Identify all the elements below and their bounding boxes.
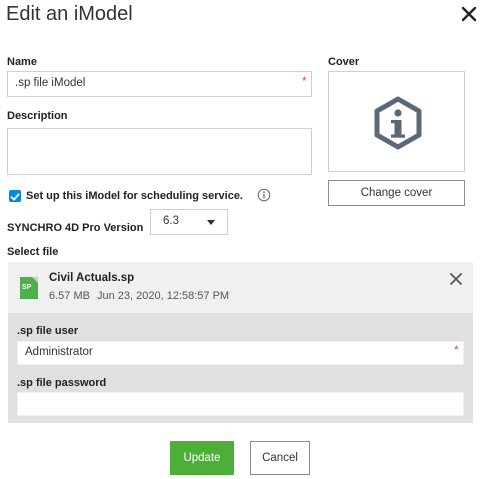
required-marker: * <box>454 343 459 357</box>
update-button[interactable]: Update <box>170 441 234 475</box>
info-icon[interactable] <box>257 188 271 202</box>
version-label: SYNCHRO 4D Pro Version <box>7 222 144 234</box>
file-name: Civil Actuals.sp <box>49 272 135 284</box>
file-size: 6.57 MB <box>49 290 90 302</box>
sp-user-input[interactable]: Administrator * <box>17 341 464 365</box>
sp-icon-text: SP <box>22 284 32 291</box>
imodel-info-icon <box>374 96 422 150</box>
name-value: .sp file iModel <box>15 77 86 89</box>
scheduling-checkbox[interactable] <box>9 190 21 202</box>
remove-file-icon[interactable] <box>448 271 464 287</box>
sp-user-value: Administrator <box>25 346 93 358</box>
scheduling-label: Set up this iModel for scheduling servic… <box>26 190 243 202</box>
sp-password-input[interactable] <box>17 392 464 416</box>
sp-user-label: .sp file user <box>17 325 79 337</box>
change-cover-button[interactable]: Change cover <box>328 180 465 206</box>
chevron-down-icon <box>207 220 215 225</box>
sp-file-icon: SP <box>20 277 38 299</box>
name-input[interactable]: .sp file iModel * <box>7 71 312 97</box>
select-file-label: Select file <box>7 246 59 258</box>
file-date: Jun 23, 2020, 12:58:57 PM <box>97 290 230 302</box>
description-label: Description <box>7 110 68 122</box>
sp-password-label: .sp file password <box>17 377 107 389</box>
cover-label: Cover <box>328 56 360 68</box>
dialog-title: Edit an iModel <box>6 3 133 25</box>
close-icon[interactable] <box>458 3 480 25</box>
version-value: 6.3 <box>163 215 179 227</box>
description-input[interactable] <box>7 128 312 175</box>
check-icon <box>10 193 20 201</box>
cancel-button[interactable]: Cancel <box>250 441 310 475</box>
name-label: Name <box>7 56 37 68</box>
required-marker: * <box>302 74 307 88</box>
version-select[interactable]: 6.3 <box>150 209 228 235</box>
cover-image <box>328 71 465 172</box>
